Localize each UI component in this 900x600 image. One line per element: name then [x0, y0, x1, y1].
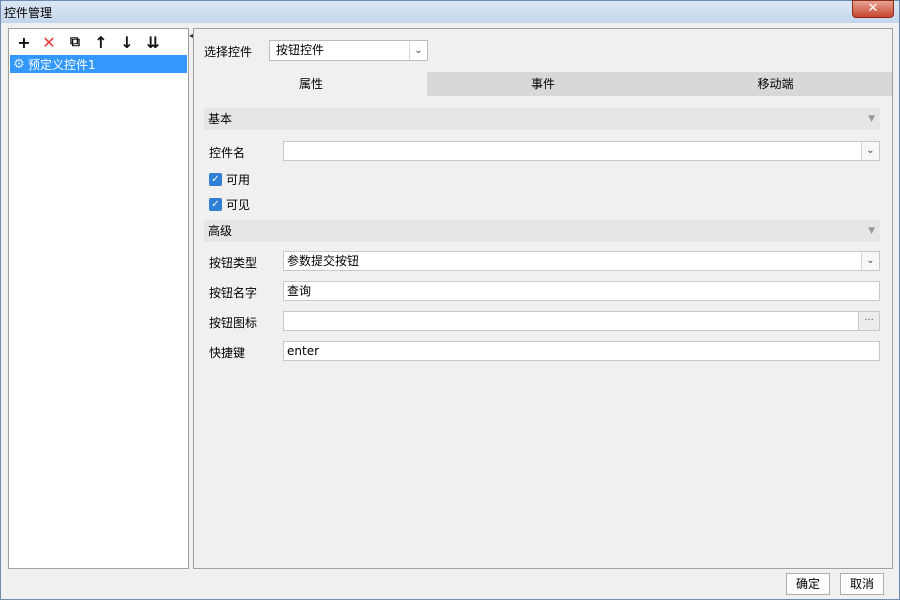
- sort-icon[interactable]: ⇊: [143, 32, 163, 52]
- enabled-checkbox[interactable]: ✓ 可用: [209, 171, 250, 188]
- enabled-label: 可用: [226, 173, 251, 187]
- collapse-icon: ▼: [868, 114, 875, 124]
- button-type-label: 按钮类型: [209, 256, 258, 270]
- advanced-section-header[interactable]: 高级 ▼: [204, 220, 880, 242]
- add-icon[interactable]: +: [14, 32, 34, 52]
- move-down-icon[interactable]: ↓: [117, 32, 137, 52]
- tab-events[interactable]: 事件: [427, 72, 659, 96]
- hotkey-label: 快捷键: [209, 346, 246, 360]
- select-control-label: 选择控件: [204, 45, 253, 59]
- tab-bar: 属性 事件 移动端: [195, 72, 892, 96]
- copy-icon[interactable]: ⧉: [65, 32, 85, 52]
- browse-icon[interactable]: ···: [858, 312, 879, 330]
- basic-section-header[interactable]: 基本 ▼: [204, 108, 880, 130]
- properties-panel: 选择控件 按钮控件 ⌄ 属性 事件 移动端 基本 ▼ 控件名 ⌄ ✓ 可用 ✓ …: [194, 28, 893, 569]
- button-icon-input[interactable]: ···: [283, 311, 880, 331]
- control-list-panel: + ✕ ⧉ ↑ ↓ ⇊ ⚙ 预定义控件1: [8, 28, 189, 569]
- title-bar: 控件管理 ✕: [1, 0, 899, 23]
- button-type-select[interactable]: 参数提交按钮 ⌄: [283, 251, 880, 271]
- delete-icon[interactable]: ✕: [39, 32, 59, 52]
- advanced-section-title: 高级: [208, 224, 233, 238]
- control-name-label: 控件名: [209, 146, 246, 160]
- cancel-button[interactable]: 取消: [840, 573, 884, 595]
- button-name-label: 按钮名字: [209, 286, 258, 300]
- hotkey-value: enter: [287, 344, 320, 358]
- move-up-icon[interactable]: ↑: [91, 32, 111, 52]
- button-type-value: 参数提交按钮: [287, 254, 360, 268]
- tree-item-predefined-control[interactable]: ⚙ 预定义控件1: [10, 55, 187, 73]
- basic-section-title: 基本: [208, 112, 233, 126]
- tab-mobile[interactable]: 移动端: [659, 72, 892, 96]
- close-button[interactable]: ✕: [852, 0, 894, 18]
- button-name-input[interactable]: 查询: [283, 281, 880, 301]
- gear-icon: ⚙: [13, 56, 25, 72]
- hotkey-input[interactable]: enter: [283, 341, 880, 361]
- button-icon-label: 按钮图标: [209, 316, 258, 330]
- control-name-field[interactable]: ⌄: [283, 141, 880, 161]
- visible-label: 可见: [226, 198, 251, 212]
- checkmark-icon: ✓: [209, 173, 222, 186]
- tree-item-label: 预定义控件1: [28, 57, 96, 72]
- chevron-down-icon[interactable]: ⌄: [861, 252, 879, 270]
- window-title: 控件管理: [4, 6, 53, 20]
- list-toolbar: + ✕ ⧉ ↑ ↓ ⇊: [9, 29, 188, 55]
- tab-properties[interactable]: 属性: [195, 72, 427, 96]
- ok-button[interactable]: 确定: [786, 573, 830, 595]
- chevron-down-icon: ⌄: [409, 41, 427, 60]
- chevron-down-icon[interactable]: ⌄: [861, 142, 879, 160]
- control-type-value: 按钮控件: [276, 43, 325, 57]
- control-type-select[interactable]: 按钮控件 ⌄: [269, 40, 428, 61]
- visible-checkbox[interactable]: ✓ 可见: [209, 196, 250, 213]
- close-icon: ✕: [867, 1, 879, 16]
- button-name-value: 查询: [287, 284, 312, 298]
- control-manager-dialog: 控件管理 ✕ + ✕ ⧉ ↑ ↓ ⇊ ⚙ 预定义控件1 ◂ 选择控件 按钮控件 …: [0, 0, 900, 600]
- collapse-icon: ▼: [868, 226, 875, 236]
- checkmark-icon: ✓: [209, 198, 222, 211]
